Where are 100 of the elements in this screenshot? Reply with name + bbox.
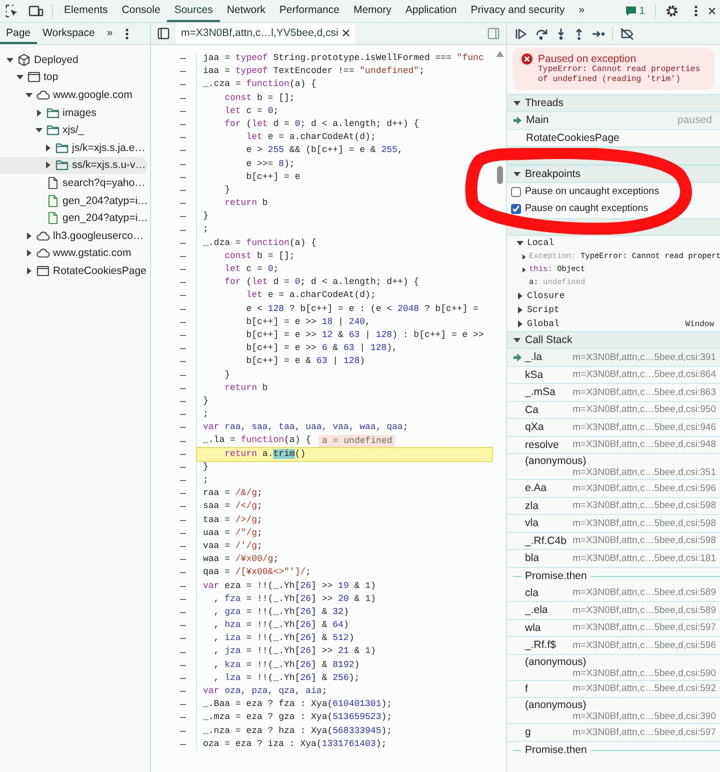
file-tab[interactable]: m=X3N0Bf,attn,c…l,YV5bee,d,csi [176, 23, 356, 44]
call-frame[interactable]: (anonymous) m=X3N0Bf,attn,c…5bee,d,csi:351 [507, 454, 720, 480]
checkbox[interactable] [511, 204, 521, 214]
call-frame[interactable]: e.Aa m=X3N0Bf,attn,c…5bee,d,csi:596 [507, 480, 720, 498]
code-line: jaa = typeof String.prototype.isWellFormed === "func [202, 52, 484, 65]
call-frame[interactable]: g m=X3N0Bf,attn,c…5bee,d,csi:597 [507, 724, 720, 742]
line-marker [180, 598, 186, 600]
frame-location: m=X3N0Bf,attn,c…5bee,d,csi:390 [572, 711, 716, 722]
line-marker [180, 150, 186, 152]
code-line: e < 128 ? b[c++] = e : (e < 2048 ? b[c++] = [245, 302, 478, 316]
tree-item[interactable]: www.google.com [0, 86, 148, 104]
panel-tab[interactable]: Network [220, 0, 272, 22]
line-marker [180, 427, 186, 428]
frame-location: m=X3N0Bf,attn,c…5bee,d,csi:589 [572, 604, 716, 616]
code-line: e > 255 && (b[c++] = e & 255, [245, 144, 403, 158]
panel-tab[interactable]: Application [398, 0, 464, 22]
code-line: qaa = /[¥x00&<>"']/; [202, 566, 312, 580]
call-frame[interactable]: _.Rf.f$ m=X3N0Bf,attn,c…5bee,d,csi:596 [507, 637, 720, 654]
call-frame[interactable]: _.ela m=X3N0Bf,attn,c…5bee,d,csi:589 [507, 602, 720, 620]
tree-item[interactable]: lh3.googleuserco… [0, 226, 148, 245]
call-frame[interactable]: (anonymous) m=X3N0Bf,attn,c…5bee,d,csi:390 [507, 698, 720, 724]
tree-item[interactable]: www.gstatic.com [0, 244, 148, 262]
call-frame[interactable]: _.mSa m=X3N0Bf,attn,c…5bee,d,csi:863 [507, 384, 720, 402]
line-marker [180, 586, 186, 587]
panel-tab[interactable]: Console [114, 0, 168, 22]
frame-location: m=X3N0Bf,attn,c…5bee,d,csi:597 [572, 726, 716, 738]
line-marker [180, 532, 186, 534]
cloud-icon [36, 88, 50, 102]
call-frame[interactable]: cla m=X3N0Bf,attn,c…5bee,d,csi:589 [507, 584, 720, 602]
tree-item[interactable]: search?q=yaho… [0, 174, 148, 192]
line-marker [180, 361, 186, 362]
thread-item[interactable]: Main paused [507, 112, 720, 130]
more-tabs-button[interactable]: » [572, 0, 592, 22]
line-marker [180, 612, 186, 613]
section-header[interactable]: Call Stack [507, 331, 720, 349]
call-frame[interactable]: f m=X3N0Bf,attn,c…5bee,d,csi:592 [507, 680, 720, 698]
step-over-icon [535, 28, 548, 40]
tree-item[interactable]: top [0, 68, 148, 86]
issues-button[interactable]: 1 [619, 0, 651, 22]
call-frame[interactable]: _.Rf.C4b m=X3N0Bf,attn,c…5bee,d,csi:598 [507, 532, 720, 550]
panel-tab[interactable]: Memory [346, 0, 398, 22]
navigator-tab[interactable]: Page [0, 23, 37, 44]
line-marker [180, 704, 186, 706]
call-frame[interactable]: (anonymous) m=X3N0Bf,attn,c…5bee,d,csi:590 [507, 654, 720, 680]
call-frame[interactable]: bla m=X3N0Bf,attn,c…5bee,d,csi:181 [507, 550, 720, 568]
line-marker [180, 559, 186, 560]
call-frame[interactable]: resolve m=X3N0Bf,attn,c…5bee,d,csi:948 [507, 436, 720, 454]
section-header[interactable]: Breakpoints [507, 165, 720, 183]
close-icon [708, 7, 716, 15]
code-line: let e = a.charCodeAt(d); [245, 289, 376, 302]
call-frame[interactable]: vla m=X3N0Bf,attn,c…5bee,d,csi:598 [507, 515, 720, 532]
line-marker [180, 440, 186, 442]
code-line: const b = []; [224, 92, 295, 105]
line-marker [180, 58, 186, 60]
frame-location: m=X3N0Bf,attn,c…5bee,d,csi:589 [572, 587, 716, 598]
line-marker [180, 110, 186, 112]
tree-item[interactable]: ss/k=xjs.s.u-v… [0, 156, 148, 174]
call-frame[interactable]: qXa m=X3N0Bf,attn,c…5bee,d,csi:946 [507, 419, 720, 436]
code-line: , lza = !!(_.Yh[26] & 256); [212, 672, 360, 685]
more-tabs-button[interactable]: » [100, 23, 119, 44]
line-marker [180, 216, 186, 218]
line-marker [180, 678, 186, 679]
frame-location: m=X3N0Bf,attn,c…5bee,d,csi:351 [572, 467, 716, 478]
panel-tab[interactable]: Performance [272, 0, 346, 22]
scope-value: Window [685, 320, 714, 328]
call-frame[interactable]: Ca m=X3N0Bf,attn,c…5bee,d,csi:950 [507, 402, 720, 419]
checkbox[interactable] [511, 186, 521, 196]
line-marker [180, 520, 186, 521]
tree-item[interactable]: Deployed [0, 51, 148, 69]
tree-item[interactable]: xjs/_ [0, 121, 148, 139]
panel-tab[interactable]: Elements [57, 0, 115, 22]
scrollbar-thumb[interactable] [497, 166, 503, 184]
tree-item[interactable]: js/k=xjs.s.ja.e… [0, 138, 148, 157]
scope-item[interactable]: Local [507, 236, 720, 250]
cloud-icon [36, 228, 50, 243]
code-line: b[c++] = e & 63 | 128) [245, 355, 366, 368]
scope-item[interactable]: Script [507, 303, 720, 317]
navigator-tab[interactable]: Workspace [36, 23, 101, 44]
scope-item[interactable]: Global Window [507, 317, 720, 331]
close-icon[interactable] [342, 28, 350, 36]
line-marker [180, 493, 186, 494]
code-line: , kza = !!(_.Yh[26] & 8192) [212, 658, 360, 672]
line-marker [180, 71, 186, 72]
call-frame[interactable]: zla m=X3N0Bf,attn,c…5bee,d,csi:598 [507, 498, 720, 515]
line-marker [180, 164, 186, 165]
tree-item[interactable]: RotateCookiesPage [0, 262, 148, 280]
call-frame[interactable]: kSa m=X3N0Bf,attn,c…5bee,d,csi:864 [507, 366, 720, 384]
frame-location: m=X3N0Bf,attn,c…5bee,d,csi:597 [572, 622, 716, 634]
panel-tab[interactable]: Privacy and security [464, 0, 572, 22]
tree-item[interactable]: gen_204?atyp=i… [0, 192, 148, 210]
section-header[interactable]: Threads [507, 94, 720, 112]
folder-icon [46, 123, 60, 138]
checkbox-label: Pause on caught exceptions [525, 203, 648, 214]
call-frame[interactable]: wla m=X3N0Bf,attn,c…5bee,d,csi:597 [507, 620, 720, 637]
call-frame[interactable]: _.la m=X3N0Bf,attn,c…5bee,d,csi:391 [507, 349, 720, 366]
tree-item[interactable]: images [0, 104, 148, 122]
scroll-up-arrow-icon[interactable] [496, 51, 504, 57]
paused-code-line: return a.trim() [224, 448, 306, 461]
scope-item[interactable]: Closure [507, 289, 720, 303]
tree-item[interactable]: gen_204?atyp=i… [0, 209, 148, 227]
